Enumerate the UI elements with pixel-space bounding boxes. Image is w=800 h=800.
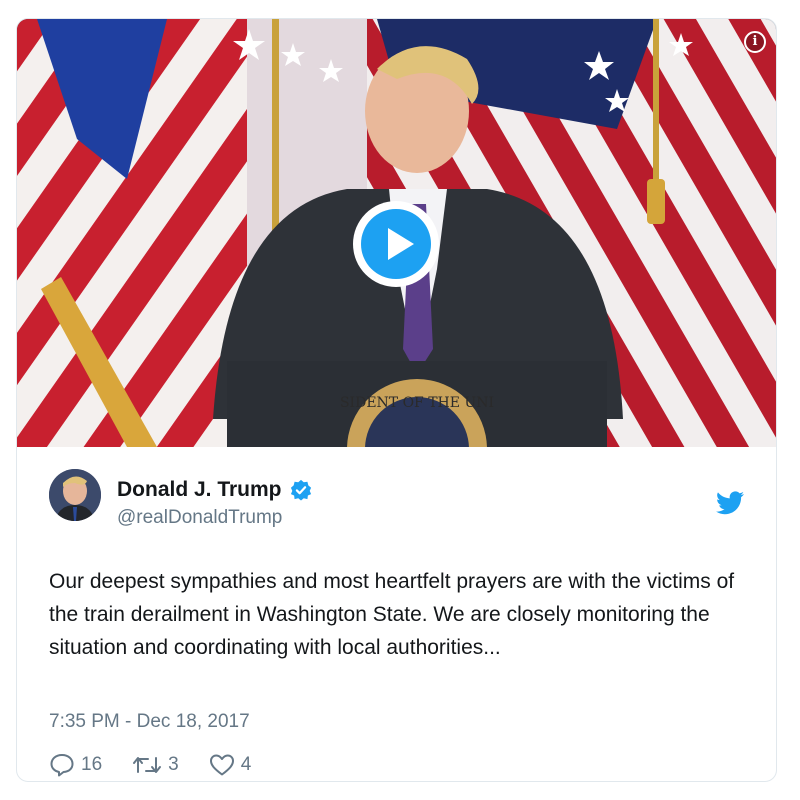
- retweet-icon: [133, 757, 162, 773]
- reply-icon: [50, 754, 74, 777]
- seal-text: SIDENT OF THE UNI: [340, 395, 494, 411]
- author-row[interactable]: Donald J. Trump: [117, 477, 312, 503]
- video-preview[interactable]: SIDENT OF THE UNI i: [17, 19, 776, 447]
- twitter-bird-icon[interactable]: [716, 491, 744, 515]
- tweet-timestamp[interactable]: 7:35 PM - Dec 18, 2017: [49, 711, 250, 733]
- retweet-button[interactable]: 3: [132, 753, 179, 777]
- heart-icon: [209, 754, 234, 776]
- tweet-actions: 16 3 4: [49, 753, 281, 777]
- retweet-count: 3: [168, 754, 179, 775]
- like-button[interactable]: 4: [209, 753, 252, 777]
- info-icon[interactable]: i: [744, 31, 766, 53]
- like-count: 4: [240, 754, 252, 775]
- tweet-body: Donald J. Trump @realDonaldTrump Our dee…: [17, 447, 776, 781]
- reply-count: 16: [81, 754, 103, 775]
- embedded-tweet-card[interactable]: SIDENT OF THE UNI i Donald J. Trump @rea…: [16, 18, 777, 782]
- avatar[interactable]: [49, 469, 101, 521]
- display-name[interactable]: Donald J. Trump: [117, 478, 282, 502]
- avatar-image: [49, 469, 101, 521]
- user-handle[interactable]: @realDonaldTrump: [117, 507, 282, 529]
- play-button[interactable]: [353, 201, 439, 287]
- tweet-text: Our deepest sympathies and most heartfel…: [49, 570, 735, 659]
- play-icon: [388, 228, 414, 260]
- reply-button[interactable]: 16: [49, 753, 102, 777]
- verified-badge-icon: [290, 479, 311, 501]
